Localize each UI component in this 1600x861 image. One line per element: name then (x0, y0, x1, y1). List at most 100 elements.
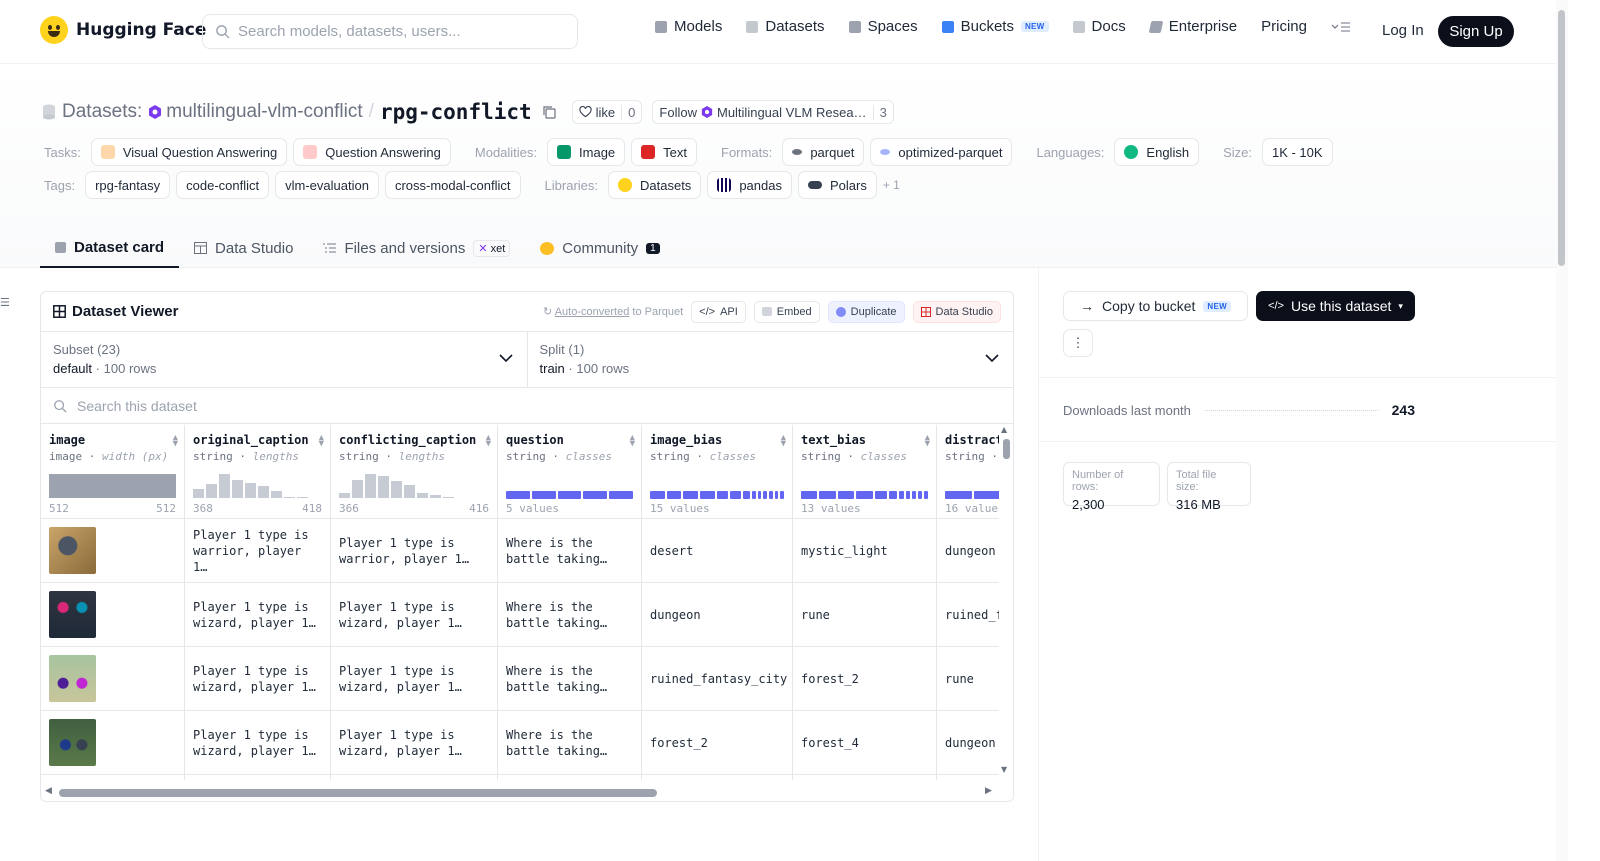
sort-icon[interactable]: ▲ ▼ (319, 434, 324, 449)
image-thumbnail[interactable] (49, 527, 96, 574)
sort-icon[interactable]: ▲ ▼ (486, 434, 491, 449)
column-header-text-bias[interactable]: text_bias string · classes ▲ ▼ 13 values (793, 425, 937, 519)
login-link[interactable]: Log In (1382, 22, 1424, 39)
tag-chip[interactable]: cross-modal-conflict (384, 171, 521, 199)
column-header-distract[interactable]: distract string · 16 value (937, 425, 999, 519)
table-cell[interactable]: rune (937, 647, 999, 711)
nav-models[interactable]: Models (655, 18, 722, 35)
column-header-question[interactable]: question string · classes ▲ ▼ 5 values (498, 425, 642, 519)
embed-button[interactable]: Embed (753, 300, 820, 323)
table-cell[interactable]: ruined_f (937, 583, 999, 647)
dataset-search-input[interactable] (77, 397, 477, 414)
size-chip[interactable]: 1K - 10K (1261, 138, 1333, 166)
format-chip[interactable]: parquet (782, 138, 865, 166)
table-cell[interactable]: Player 1 type is wizard, player 1… (185, 583, 331, 647)
sort-icon[interactable]: ▲ ▼ (630, 434, 635, 449)
nav-pricing[interactable]: Pricing (1261, 18, 1307, 35)
image-thumbnail[interactable] (49, 655, 96, 702)
table-cell[interactable]: mystic_light (793, 519, 937, 583)
libraries-more[interactable]: + 1 (883, 178, 900, 192)
follow-org-button[interactable]: Follow Multilingual VLM Resea… 3 (652, 100, 894, 124)
sort-icon[interactable]: ▲ ▼ (173, 434, 178, 449)
table-cell[interactable]: dungeon (937, 711, 999, 775)
scroll-left-icon[interactable]: ◀ (45, 786, 52, 796)
scroll-right-icon[interactable]: ▶ (985, 786, 992, 796)
nav-more[interactable] (1331, 21, 1351, 33)
table-cell[interactable]: Player 1 type is wizard, player 1… (185, 647, 331, 711)
vertical-scroll-thumb[interactable] (1003, 439, 1010, 459)
column-header-conflicting-caption[interactable]: conflicting_caption string · lengths ▲ ▼ … (331, 425, 498, 519)
grid-horizontal-scrollbar[interactable]: ◀ ▶ (41, 784, 999, 800)
copy-to-bucket-button[interactable]: → Copy to bucket NEW (1063, 291, 1248, 321)
grid-vertical-scrollbar[interactable]: ▲ ▼ (1000, 425, 1013, 775)
column-header-image[interactable]: image image · width (px) ▲ ▼ 512 512 (41, 425, 185, 519)
tag-chip[interactable]: rpg-fantasy (85, 171, 171, 199)
modality-chip[interactable]: Text (631, 138, 698, 166)
horizontal-scroll-thumb[interactable] (59, 789, 657, 797)
library-chip[interactable]: Polars (797, 171, 877, 199)
table-cell-image[interactable] (41, 711, 185, 775)
page-scroll-thumb[interactable] (1558, 10, 1565, 266)
table-cell[interactable]: Player 1 type is warrior, player 1… (331, 519, 498, 583)
table-cell[interactable]: rune (793, 583, 937, 647)
split-select[interactable]: Split (1) train · 100 rows (526, 332, 1014, 387)
tag-chip[interactable]: vlm-evaluation (275, 171, 379, 199)
nav-docs[interactable]: Docs (1072, 18, 1126, 35)
nav-buckets[interactable]: Buckets NEW (941, 18, 1049, 35)
table-cell[interactable]: dungeon (937, 519, 999, 583)
table-cell[interactable]: desert (642, 519, 793, 583)
sort-icon[interactable]: ▲ ▼ (781, 434, 786, 449)
table-cell[interactable]: Where is the battle taking… (498, 711, 642, 775)
modality-chip[interactable]: Image (547, 138, 626, 166)
table-cell[interactable]: forest_2 (793, 647, 937, 711)
tab-data-studio[interactable]: Data Studio (179, 228, 308, 268)
sidebar-toggle-icon[interactable]: ☰ (0, 296, 10, 309)
image-thumbnail[interactable] (49, 591, 96, 638)
table-cell-image[interactable] (41, 775, 185, 780)
nav-enterprise[interactable]: Enterprise (1148, 18, 1237, 35)
table-cell[interactable]: Where is the battle taking… (498, 519, 642, 583)
signup-button[interactable]: Sign Up (1438, 16, 1514, 47)
table-cell-image[interactable] (41, 519, 185, 583)
table-cell[interactable]: Where is the battle taking… (498, 583, 642, 647)
data-studio-button[interactable]: Data Studio (912, 300, 1001, 323)
page-scrollbar[interactable] (1556, 0, 1568, 861)
task-chip[interactable]: Question Answering (293, 138, 451, 166)
duplicate-button[interactable]: Duplicate (827, 300, 905, 323)
brand-logo[interactable]: Hugging Face (40, 16, 206, 44)
table-cell[interactable]: Player 1 type is wizard, player 1… (331, 711, 498, 775)
library-chip[interactable]: pandas (707, 171, 792, 199)
column-header-image-bias[interactable]: image_bias string · classes ▲ ▼ 15 values (642, 425, 793, 519)
table-cell[interactable]: ruined_fantasy_city (642, 647, 793, 711)
copy-icon[interactable] (542, 105, 556, 119)
scroll-up-icon[interactable]: ▲ (1001, 425, 1007, 434)
tab-dataset-card[interactable]: Dataset card (40, 228, 180, 268)
table-cell[interactable]: Player 1 type is wizard, player 1… (185, 711, 331, 775)
like-button[interactable]: like 0 (571, 100, 643, 124)
auto-converted-link[interactable]: Auto-converted (555, 306, 630, 318)
table-cell[interactable]: Player 1 type is wizard, player 1… (331, 583, 498, 647)
scroll-down-icon[interactable]: ▼ (1001, 765, 1007, 774)
global-search-input[interactable] (238, 23, 538, 40)
nav-datasets[interactable]: Datasets (746, 18, 825, 35)
column-header-original-caption[interactable]: original_caption string · lengths ▲ ▼ 368… (185, 425, 331, 519)
subset-select[interactable]: Subset (23) default · 100 rows (41, 332, 527, 387)
task-chip[interactable]: Visual Question Answering (90, 138, 288, 166)
repo-owner-link[interactable]: multilingual-vlm-conflict (166, 101, 362, 123)
language-chip[interactable]: English (1114, 138, 1200, 166)
library-chip[interactable]: Datasets (608, 171, 702, 199)
format-chip[interactable]: optimized-parquet (870, 138, 1013, 166)
use-this-dataset-button[interactable]: </> Use this dataset ▾ (1256, 291, 1415, 321)
table-cell[interactable]: Where is the battle taking… (498, 647, 642, 711)
more-options-button[interactable]: ⋮ (1063, 329, 1093, 357)
image-thumbnail[interactable] (49, 719, 96, 766)
tag-chip[interactable]: code-conflict (176, 171, 270, 199)
table-cell-image[interactable] (41, 583, 185, 647)
api-button[interactable]: </> API (691, 300, 746, 323)
table-cell[interactable]: forest_4 (793, 711, 937, 775)
table-cell[interactable]: Player 1 type is wizard, player 1… (331, 647, 498, 711)
table-cell[interactable]: Player 1 type is warrior, player 1… (185, 519, 331, 583)
table-cell[interactable]: dungeon (642, 583, 793, 647)
nav-spaces[interactable]: Spaces (848, 18, 918, 35)
sort-icon[interactable]: ▲ ▼ (925, 434, 930, 449)
